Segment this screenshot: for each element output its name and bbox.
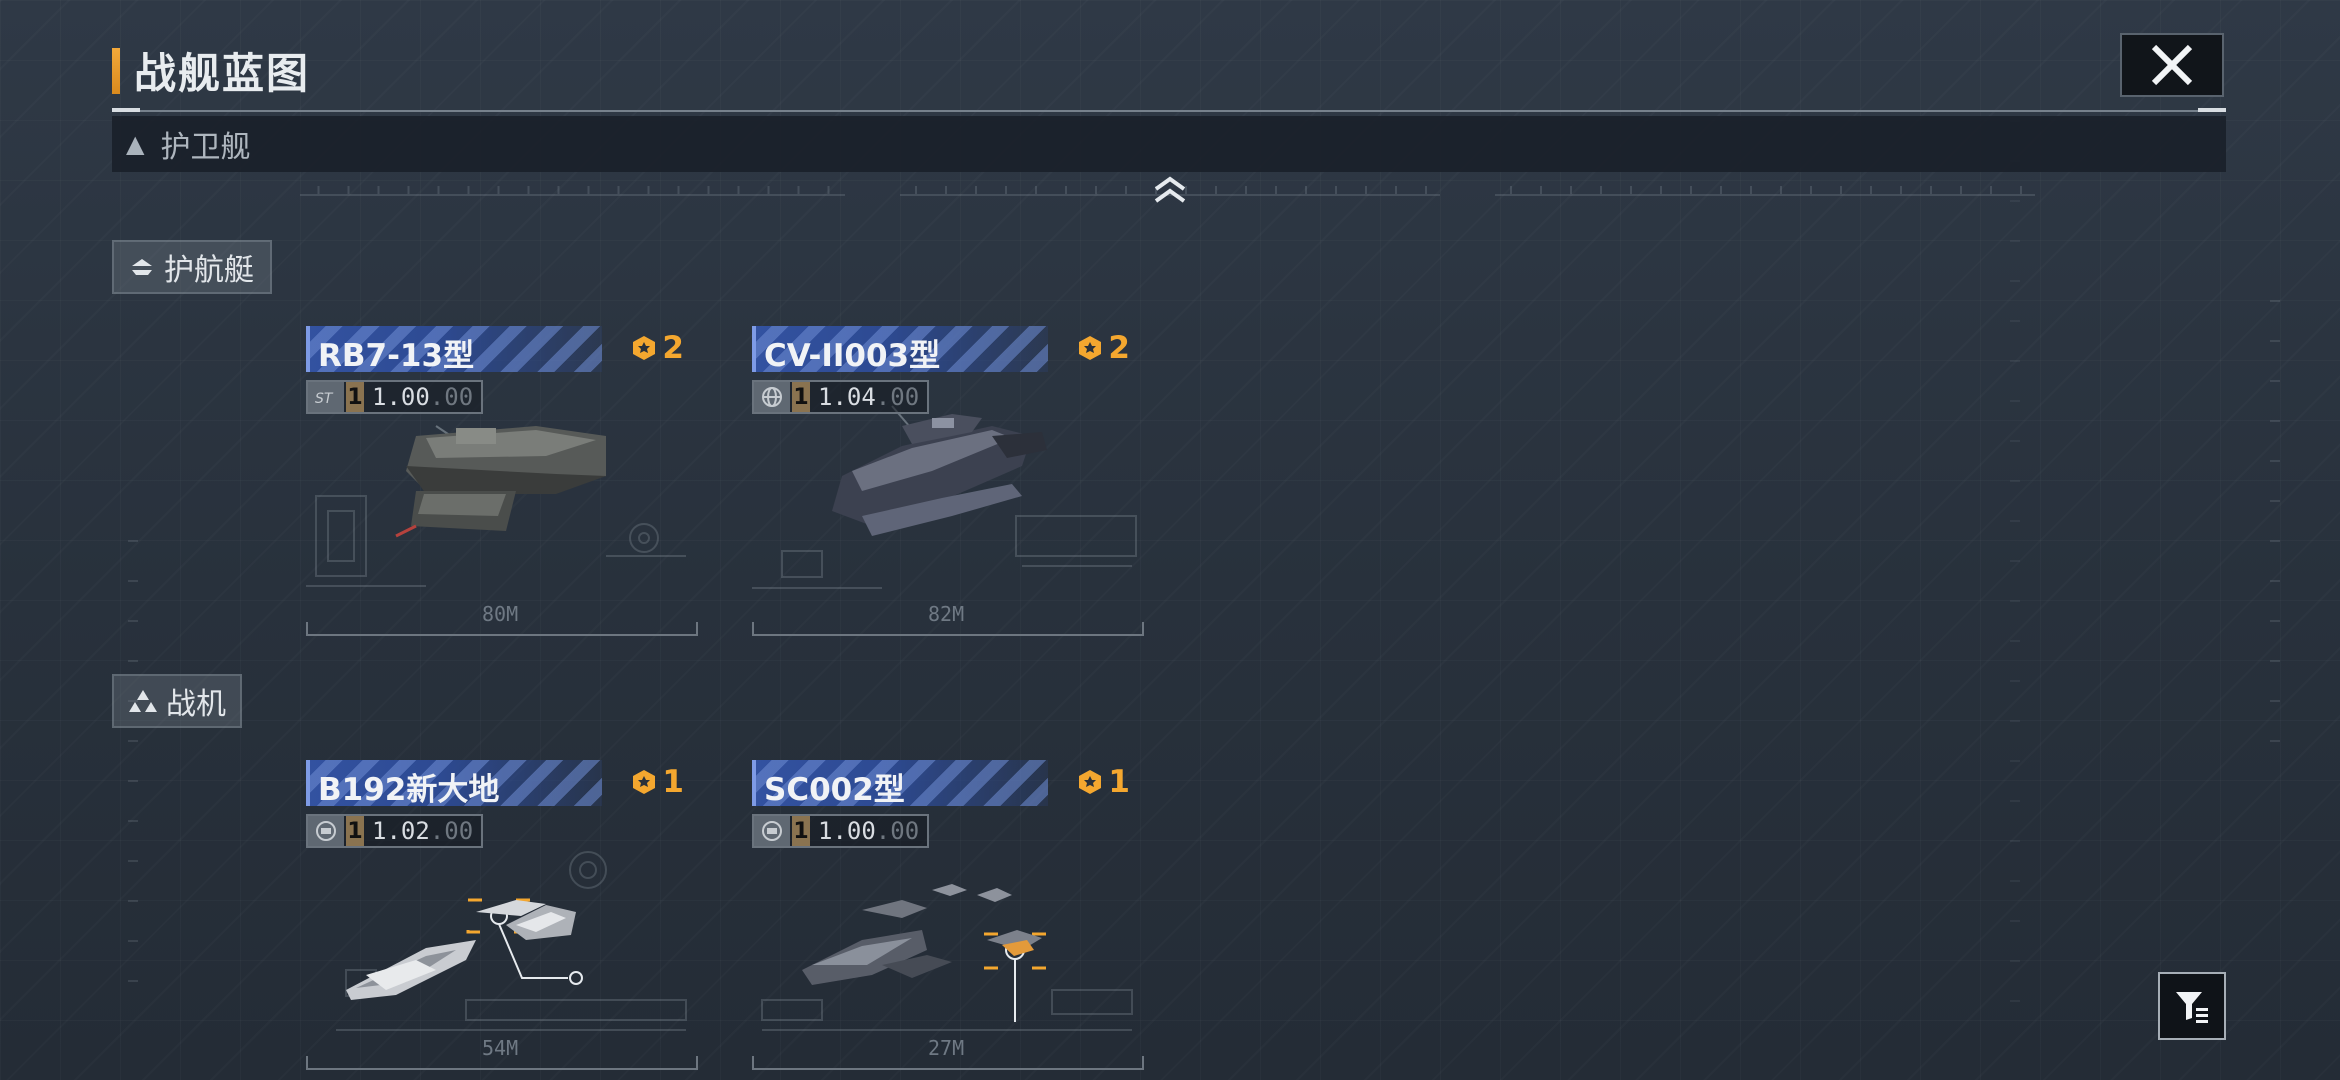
stat-value-dim: .00 xyxy=(429,383,474,411)
stat-value: 1.02.00 xyxy=(364,817,481,845)
section-tag-escort: 护航艇 xyxy=(112,240,272,294)
blueprint-count-value: 1 xyxy=(662,764,684,800)
triangle-icon: ▲ xyxy=(126,130,145,158)
ship-name-band: RB7-13型 xyxy=(306,326,602,374)
stat-row: 1 1.00.00 xyxy=(752,814,930,848)
ship-name: RB7-13型 xyxy=(318,338,475,374)
scale-bar xyxy=(752,622,1144,636)
filter-icon xyxy=(2176,992,2208,1023)
blueprint-card[interactable]: CV-II003型 2 1 1.04.00 82M xyxy=(752,326,1144,636)
title-bar: 战舰蓝图 xyxy=(112,40,310,101)
background-ticks xyxy=(2270,300,2280,780)
stat-value-dim: .00 xyxy=(875,817,920,845)
manufacturer-icon xyxy=(308,816,344,846)
close-icon xyxy=(2151,44,2193,86)
scale-bar xyxy=(306,622,698,636)
stat-row: ST 1 1.00.00 xyxy=(306,380,484,414)
stat-value: 1.04.00 xyxy=(810,383,927,411)
globe-icon xyxy=(754,382,790,412)
blueprint-count: 1 xyxy=(1076,764,1130,800)
ship-name-band: CV-II003型 xyxy=(752,326,1048,374)
svg-text:ST: ST xyxy=(315,391,334,407)
title-accent xyxy=(112,47,120,94)
section-label: 战机 xyxy=(166,687,226,722)
background-ticks xyxy=(128,540,138,1020)
stat-row: 1 1.04.00 xyxy=(752,380,930,414)
blueprint-screen: 战舰蓝图 ▲ 护卫舰 护航艇 RB7-13型 2 ST 1 1.00.00 80… xyxy=(0,0,2340,1080)
escort-class-icon xyxy=(132,259,152,275)
medal-icon xyxy=(1079,336,1102,360)
scale-bar xyxy=(306,1056,698,1070)
blueprint-count-value: 2 xyxy=(662,330,684,366)
background-ruler xyxy=(1495,178,2035,196)
stat-value: 1.00.00 xyxy=(364,383,481,411)
medal-icon xyxy=(633,336,656,360)
blueprint-card[interactable]: SC002型 1 1 1.00.00 27M xyxy=(752,760,1144,1070)
blueprint-card[interactable]: B192新大地 1 1 1.02.00 54M xyxy=(306,760,698,1070)
blueprint-count-value: 1 xyxy=(1108,764,1130,800)
stat-value-dim: .00 xyxy=(429,817,474,845)
ship-name: CV-II003型 xyxy=(764,338,941,374)
stat-row: 1 1.02.00 xyxy=(306,814,484,848)
ship-name-band: SC002型 xyxy=(752,760,1048,808)
manufacturer-icon: ST xyxy=(308,382,344,412)
collapse-button[interactable] xyxy=(1150,170,1190,210)
header-divider xyxy=(112,108,2226,112)
tier-badge: 1 xyxy=(346,816,364,846)
stat-value-main: 1.04 xyxy=(818,383,876,411)
scale-bar xyxy=(752,1056,1144,1070)
page-title: 战舰蓝图 xyxy=(134,49,311,98)
blueprint-count: 2 xyxy=(630,330,684,366)
chevron-up-icon xyxy=(1154,176,1186,203)
stat-value: 1.00.00 xyxy=(810,817,927,845)
stat-value-dim: .00 xyxy=(875,383,920,411)
stat-value-main: 1.02 xyxy=(372,817,430,845)
background-ruler xyxy=(300,178,845,196)
stat-value-main: 1.00 xyxy=(372,383,430,411)
background-ticks xyxy=(2010,120,2020,1020)
stat-value-main: 1.00 xyxy=(818,817,876,845)
blueprint-count: 1 xyxy=(630,764,684,800)
filter-button[interactable] xyxy=(2158,972,2226,1040)
section-tag-fighter: 战机 xyxy=(112,674,242,728)
close-button[interactable] xyxy=(2120,33,2224,97)
fighter-class-icon xyxy=(129,690,157,712)
tier-badge: 1 xyxy=(792,816,810,846)
blueprint-count-value: 2 xyxy=(1108,330,1130,366)
ship-name-band: B192新大地 xyxy=(306,760,602,808)
tier-badge: 1 xyxy=(346,382,364,412)
ship-name: B192新大地 xyxy=(318,772,500,808)
tier-badge: 1 xyxy=(792,382,810,412)
blueprint-card[interactable]: RB7-13型 2 ST 1 1.00.00 80M xyxy=(306,326,698,636)
medal-icon xyxy=(633,770,656,794)
ship-name: SC002型 xyxy=(764,772,905,808)
medal-icon xyxy=(1079,770,1102,794)
section-label: 护航艇 xyxy=(164,253,254,288)
manufacturer-icon xyxy=(754,816,790,846)
blueprint-count: 2 xyxy=(1076,330,1130,366)
ship-class-selector[interactable]: ▲ 护卫舰 xyxy=(112,116,2226,172)
ship-class-label: 护卫舰 xyxy=(160,130,251,165)
